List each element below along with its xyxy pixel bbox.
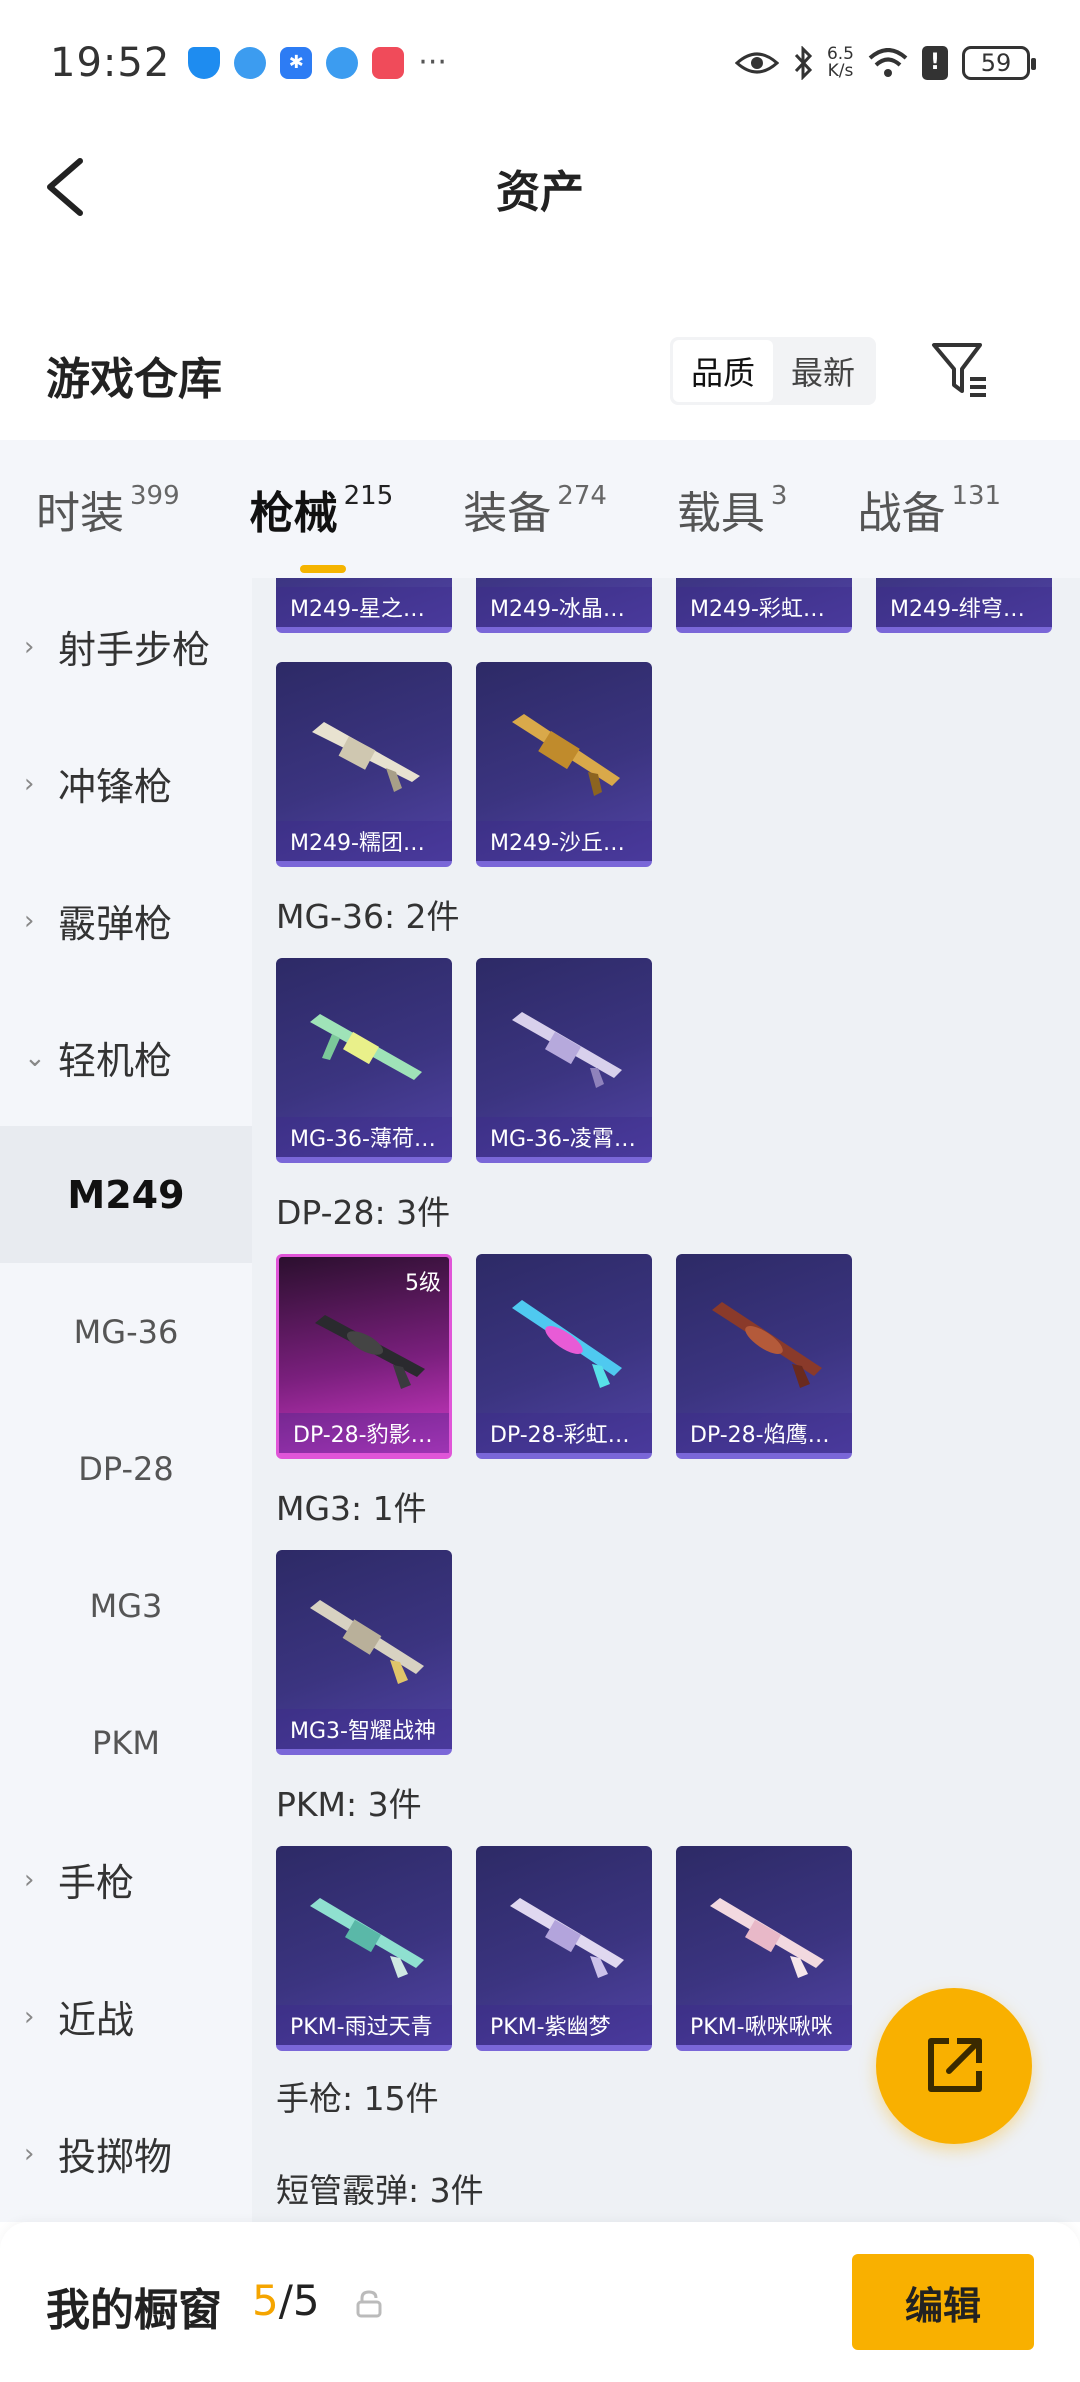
chevron-right-icon: ›	[24, 905, 35, 936]
sidebar-item-melee[interactable]: › 近战	[0, 1948, 252, 2085]
weapon-type-sidebar: › 射手步枪 › 冲锋枪 › 霰弹枪 ⌄ 轻机枪 M249 MG-36 DP-28 MG…	[0, 578, 252, 2222]
header: 资产	[0, 125, 1080, 250]
sidebar-item-pistol[interactable]: › 手枪	[0, 1811, 252, 1948]
shopping-bag-icon	[372, 46, 405, 79]
group-label-sawed-off: 短管霰弹: 3件	[276, 2171, 484, 2210]
bluetooth-icon	[794, 45, 813, 80]
browser-icon-2	[326, 46, 359, 79]
sidebar-item-shotgun[interactable]: › 霰弹枪	[0, 852, 252, 989]
status-right: 6.5 K/s ! 59	[734, 43, 1036, 81]
tab-weapons[interactable]: 枪械 215	[250, 477, 393, 573]
lmg-skin-image	[312, 722, 420, 792]
alert-icon: !	[922, 45, 948, 80]
tab-vehicles[interactable]: 载具 3	[677, 477, 788, 541]
active-tab-indicator	[299, 565, 346, 573]
group-label-mg3: MG3: 1件	[276, 1489, 427, 1528]
network-speed: 6.5 K/s	[826, 43, 854, 81]
weapon-card[interactable]: MG-36-薄荷…	[276, 958, 452, 1163]
lmg-skin-image	[712, 1302, 822, 1388]
battery-icon: 59	[962, 45, 1036, 80]
weapon-card[interactable]: M249-冰晶…	[476, 578, 652, 633]
chevron-right-icon: ›	[24, 2001, 35, 2032]
sidebar-sub-mg3[interactable]: MG3	[0, 1537, 252, 1674]
lmg-skin-image	[512, 1012, 622, 1088]
chevron-right-icon: ›	[24, 2138, 35, 2169]
weapon-card[interactable]: DP-28-彩虹…	[476, 1254, 652, 1459]
sidebar-item-lmg[interactable]: ⌄ 轻机枪	[0, 989, 252, 1126]
shield-icon	[188, 46, 221, 79]
weapon-card[interactable]: M249-彩虹…	[676, 578, 852, 633]
lmg-skin-image	[512, 714, 620, 796]
lmg-skin-image	[310, 1014, 422, 1080]
weapon-level-badge: 5级	[405, 1271, 441, 1296]
showcase-title: 我的橱窗	[46, 2285, 222, 2336]
weapon-card[interactable]: M249-星之…	[276, 578, 452, 633]
weapon-card[interactable]: DP-28-焰鹰…	[676, 1254, 852, 1459]
sidebar-item-marksman-rifle[interactable]: › 射手步枪	[0, 578, 252, 715]
sort-latest-button[interactable]: 最新	[773, 340, 873, 402]
status-time: 19:52	[50, 39, 171, 86]
weapon-card[interactable]: PKM-雨过天青	[276, 1846, 452, 2051]
eye-icon	[734, 52, 779, 73]
warehouse-title: 游戏仓库	[46, 354, 222, 405]
sidebar-sub-dp28[interactable]: DP-28	[0, 1400, 252, 1537]
weapon-card[interactable]: MG-36-凌霄…	[476, 958, 652, 1163]
weapon-grid: M249-星之… M249-冰晶… M249-彩虹… M249-绯穹… M249…	[252, 578, 1080, 2222]
sidebar-item-smg[interactable]: › 冲锋枪	[0, 715, 252, 852]
lock-icon	[356, 2290, 382, 2318]
back-icon[interactable]	[40, 155, 90, 219]
lmg-skin-image	[310, 1600, 424, 1684]
weapon-card-selected[interactable]: 5级 DP-28-豹影…	[276, 1254, 452, 1459]
chevron-down-icon: ⌄	[24, 1042, 46, 1073]
share-icon	[928, 2038, 982, 2092]
weapon-card[interactable]: M249-绯穹…	[876, 578, 1052, 633]
lmg-skin-image	[315, 1315, 425, 1389]
warehouse-header: 游戏仓库 品质 最新	[0, 325, 1080, 415]
lmg-skin-image	[710, 1898, 824, 1978]
more-notifications-icon: ···	[418, 45, 447, 80]
lmg-skin-image	[510, 1898, 624, 1978]
group-label-pkm: PKM: 3件	[276, 1785, 422, 1824]
weapon-card[interactable]: PKM-紫幽梦	[476, 1846, 652, 2051]
weapon-card[interactable]: PKM-啾咪啾咪	[676, 1846, 852, 2051]
wifi-icon	[868, 47, 908, 77]
sidebar-item-throwable[interactable]: › 投掷物	[0, 2085, 252, 2222]
share-button[interactable]	[876, 1988, 1032, 2144]
group-label-mg36: MG-36: 2件	[276, 897, 460, 936]
showcase-bar: 我的橱窗 5/5 编辑	[0, 2222, 1080, 2382]
tab-fashion[interactable]: 时装 399	[36, 477, 180, 541]
page-title: 资产	[496, 166, 584, 218]
sidebar-sub-mg36[interactable]: MG-36	[0, 1263, 252, 1400]
showcase-count: 5/5	[252, 2276, 320, 2325]
weapon-card[interactable]: MG3-智耀战神	[276, 1550, 452, 1755]
chevron-right-icon: ›	[24, 768, 35, 799]
tab-supplies[interactable]: 战备 131	[857, 477, 1001, 541]
sidebar-sub-m249[interactable]: M249	[0, 1126, 252, 1263]
lmg-skin-image	[310, 1898, 424, 1978]
tab-equipment[interactable]: 装备 274	[463, 477, 607, 541]
group-label-dp28: DP-28: 3件	[276, 1193, 451, 1232]
chevron-right-icon: ›	[24, 1864, 35, 1895]
status-bar: 19:52 ✱ ··· 6.5 K/s ! 59	[0, 0, 1080, 125]
edit-button[interactable]: 编辑	[852, 2254, 1034, 2350]
sort-toggle: 品质 最新	[670, 337, 876, 405]
notification-icons: ✱ ···	[188, 45, 447, 80]
weapon-card[interactable]: M249-沙丘…	[476, 662, 652, 867]
sidebar-sub-pkm[interactable]: PKM	[0, 1674, 252, 1811]
browser-icon	[234, 46, 267, 79]
category-tabs: 时装 399 枪械 215 装备 274 载具 3 战备 131	[0, 440, 1080, 578]
bluetooth-app-icon: ✱	[280, 46, 313, 79]
filter-icon[interactable]	[930, 339, 990, 399]
group-label-pistol: 手枪: 15件	[276, 2079, 439, 2118]
sort-quality-button[interactable]: 品质	[673, 340, 773, 402]
weapon-card[interactable]: M249-糯团…	[276, 662, 452, 867]
lmg-skin-image	[512, 1300, 622, 1388]
chevron-right-icon: ›	[24, 631, 35, 662]
